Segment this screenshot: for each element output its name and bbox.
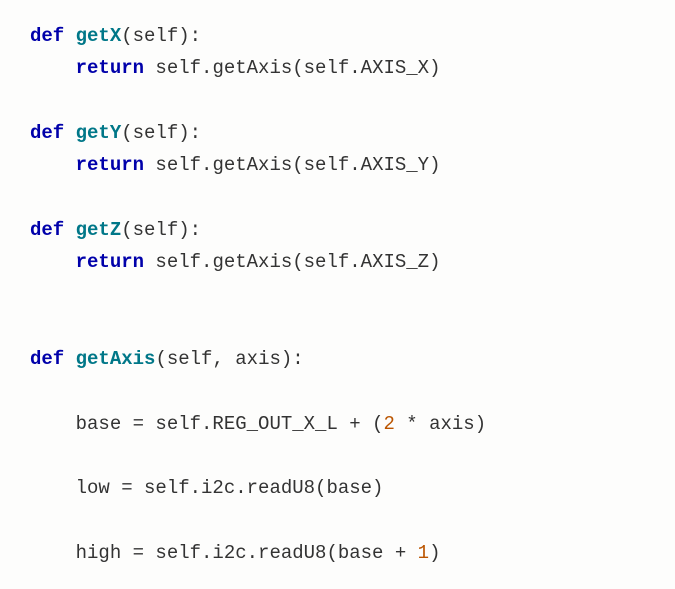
- code-block: def getX(self): return self.getAxis(self…: [30, 20, 645, 569]
- code-line: ): [429, 542, 440, 564]
- keyword-def: def: [30, 219, 64, 241]
- code-expr: self.getAxis(self.AXIS_Y): [144, 154, 440, 176]
- function-name: getX: [76, 25, 122, 47]
- params: (self):: [121, 25, 201, 47]
- keyword-return: return: [76, 154, 144, 176]
- code-expr: self.getAxis(self.AXIS_X): [144, 57, 440, 79]
- keyword-def: def: [30, 122, 64, 144]
- params: (self):: [121, 122, 201, 144]
- function-name: getAxis: [76, 348, 156, 370]
- keyword-return: return: [76, 251, 144, 273]
- number-literal: 2: [383, 413, 394, 435]
- params: (self):: [121, 219, 201, 241]
- code-line: low = self.i2c.readU8(base): [30, 477, 383, 499]
- code-line: * axis): [395, 413, 486, 435]
- keyword-return: return: [76, 57, 144, 79]
- code-line: high = self.i2c.readU8(base +: [30, 542, 418, 564]
- function-name: getZ: [76, 219, 122, 241]
- keyword-def: def: [30, 348, 64, 370]
- code-line: base = self.REG_OUT_X_L + (: [30, 413, 383, 435]
- params: (self, axis):: [155, 348, 303, 370]
- keyword-def: def: [30, 25, 64, 47]
- function-name: getY: [76, 122, 122, 144]
- number-literal: 1: [418, 542, 429, 564]
- code-expr: self.getAxis(self.AXIS_Z): [144, 251, 440, 273]
